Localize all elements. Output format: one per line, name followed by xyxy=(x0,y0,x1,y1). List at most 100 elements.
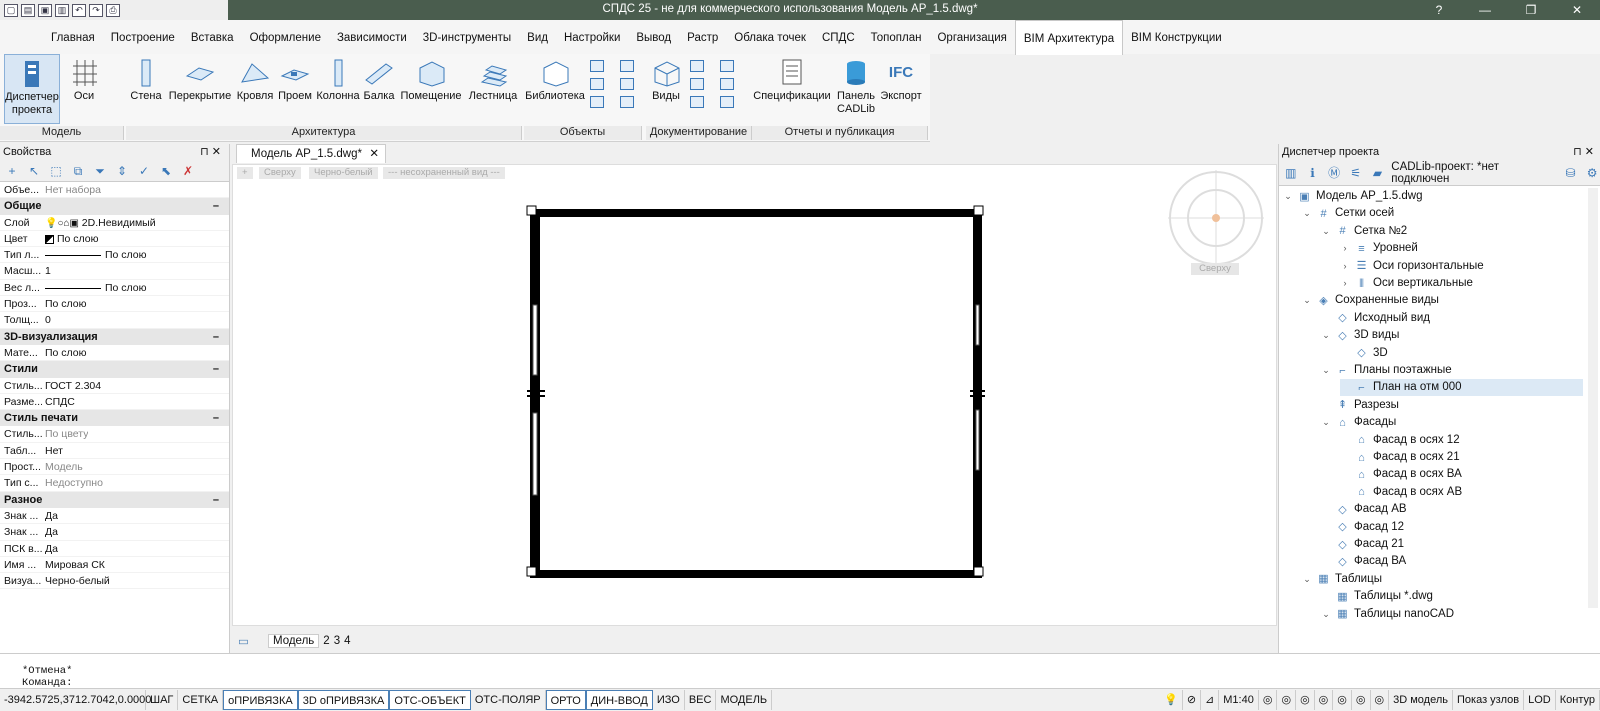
status-toggle-10[interactable]: МОДЕЛЬ xyxy=(716,689,773,710)
tree-toggle-icon[interactable]: ⌄ xyxy=(1321,606,1331,623)
menu-tab-12[interactable]: Топоплан xyxy=(863,20,930,54)
tree-item[interactable]: ⌄ ⌐ Планы поэтажные xyxy=(1321,362,1451,379)
lightbulb-icon[interactable]: 💡 xyxy=(1160,689,1183,710)
prop-value[interactable]: Недоступно xyxy=(42,475,103,490)
arch-button-5[interactable]: Балка xyxy=(362,54,396,124)
pick-add-icon[interactable]: ✓ xyxy=(136,164,152,178)
tree-item[interactable]: ⌄ # Сетка №2 xyxy=(1321,223,1407,240)
no-entry-icon[interactable]: ⊘ xyxy=(1183,689,1202,710)
redo-icon[interactable]: ↷ xyxy=(89,3,103,17)
doc-mini-icon-4[interactable] xyxy=(720,78,734,90)
status-toggle-5[interactable]: ОТС-ПОЛЯР xyxy=(471,689,546,710)
undo-icon[interactable]: ↶ xyxy=(72,3,86,17)
layout-tab-1[interactable]: 2 xyxy=(323,635,329,647)
prop-value[interactable]: Да xyxy=(42,524,58,539)
arch-button-7[interactable]: Лестница xyxy=(466,54,520,124)
status-right-2[interactable]: LOD xyxy=(1524,689,1556,710)
help-button[interactable]: ? xyxy=(1416,3,1462,17)
add-selection-icon[interactable]: + xyxy=(4,164,20,178)
tree-item[interactable]: ◇ Фасад 12 xyxy=(1321,519,1404,536)
minimize-icon[interactable]: — xyxy=(1462,3,1508,17)
report-button-2[interactable]: IFC Экспорт xyxy=(878,54,924,124)
collapse-icon[interactable]: – xyxy=(213,361,219,377)
tree-toggle-icon[interactable]: ⌄ xyxy=(1283,188,1293,205)
project-manager-button[interactable]: Диспетчер проекта xyxy=(4,54,60,124)
close-tab-icon[interactable]: ✕ xyxy=(369,145,379,163)
arch-button-1[interactable]: Перекрытие xyxy=(166,54,234,124)
quick-select-icon[interactable]: ⬚ xyxy=(48,164,64,178)
layout-tab-0[interactable]: Модель xyxy=(268,634,320,648)
tree-item[interactable]: ◇ Исходный вид xyxy=(1321,310,1430,327)
saveas-icon[interactable]: ▥ xyxy=(55,3,69,17)
status-toggle-9[interactable]: ВЕС xyxy=(685,689,717,710)
print-icon[interactable]: ⎙ xyxy=(106,3,120,17)
tree-item[interactable]: ◇ Фасад АВ xyxy=(1321,501,1406,518)
menu-tab-2[interactable]: Вставка xyxy=(183,20,242,54)
tree-item[interactable]: › ⦀ Оси вертикальные xyxy=(1340,275,1473,292)
status-right-1[interactable]: Показ узлов xyxy=(1453,689,1525,710)
prop-value[interactable]: По слою xyxy=(42,247,147,262)
menu-tab-3[interactable]: Оформление xyxy=(242,20,329,54)
orbit-icon[interactable]: ◎ xyxy=(1315,689,1334,710)
tree-toggle-icon[interactable]: ⌄ xyxy=(1321,223,1331,240)
prop-value[interactable]: По слою xyxy=(42,280,147,295)
prop-value[interactable]: ГОСТ 2.304 xyxy=(42,378,101,393)
prop-value[interactable]: 0 xyxy=(42,312,51,327)
menu-tab-1[interactable]: Построение xyxy=(103,20,183,54)
tree-item[interactable]: ◇ Фасад 21 xyxy=(1321,536,1404,553)
info-icon[interactable]: ℹ xyxy=(1305,166,1321,180)
objects-mini-icon-1[interactable] xyxy=(590,78,604,90)
arch-button-3[interactable]: Проем xyxy=(276,54,314,124)
database-icon[interactable]: ⛁ xyxy=(1563,166,1579,180)
objects-mini-icon-0[interactable] xyxy=(590,60,604,72)
pointer-icon[interactable]: ⬉ xyxy=(158,164,174,178)
maximize-icon[interactable]: ❐ xyxy=(1508,3,1554,17)
menu-tab-14[interactable]: BIM Архитектура xyxy=(1014,19,1124,55)
tree-item[interactable]: ⌄ # Сетки осей xyxy=(1302,205,1394,222)
tree-toggle-icon[interactable]: ⌄ xyxy=(1321,327,1331,344)
menu-tab-9[interactable]: Растр xyxy=(679,20,726,54)
grid-view-icon[interactable]: ◎ xyxy=(1352,689,1371,710)
tree-item[interactable]: ⌂ Фасад в осях ВА xyxy=(1340,466,1462,483)
tree-toggle-icon[interactable]: ⌄ xyxy=(1302,571,1312,588)
tree-item[interactable]: ▦ Таблицы *.dwg xyxy=(1321,588,1433,605)
prop-value[interactable]: 1 xyxy=(42,263,51,278)
collapse-icon[interactable]: – xyxy=(213,198,219,214)
new-icon[interactable]: ▢ xyxy=(4,3,18,17)
tree-item[interactable]: ⌂ Фасад в осях 12 xyxy=(1340,432,1459,449)
prop-value[interactable]: По слою xyxy=(42,296,87,311)
menu-tab-13[interactable]: Организация xyxy=(929,20,1014,54)
prop-value[interactable]: Да xyxy=(42,541,58,556)
doc-mini-icon-1[interactable] xyxy=(690,78,704,90)
pan-icon[interactable]: ◎ xyxy=(1259,689,1278,710)
selection-mode-icon[interactable]: ⇕ xyxy=(114,164,130,178)
folder-icon[interactable]: ▰ xyxy=(1370,166,1386,180)
status-toggle-1[interactable]: СЕТКА xyxy=(178,689,224,710)
gear-icon[interactable]: ⚙ xyxy=(1584,166,1600,180)
tree-toggle-icon[interactable]: ⌄ xyxy=(1302,205,1312,222)
structure-icon[interactable]: ▥ xyxy=(1283,166,1299,180)
refresh-icon[interactable]: ◎ xyxy=(1333,689,1352,710)
tree-toggle-icon[interactable]: ⌄ xyxy=(1302,292,1312,309)
menu-tab-0[interactable]: Главная xyxy=(43,20,103,54)
menu-tab-4[interactable]: Зависимости xyxy=(329,20,415,54)
status-toggle-0[interactable]: ШАГ xyxy=(146,689,179,710)
prop-value[interactable]: По слою xyxy=(42,231,99,246)
status-toggle-4[interactable]: ОТС-ОБЪЕКТ xyxy=(389,689,471,710)
menu-tab-10[interactable]: Облака точек xyxy=(726,20,814,54)
tree-toggle-icon[interactable]: › xyxy=(1340,240,1350,257)
prop-group-3[interactable]: Стиль печати – xyxy=(0,410,229,427)
prop-value[interactable]: 💡○⌂▣ 2D.Невидимый xyxy=(42,215,156,230)
deselect-icon[interactable]: ✗ xyxy=(180,164,196,178)
doc-mini-icon-2[interactable] xyxy=(690,96,704,108)
prop-group-4[interactable]: Разное – xyxy=(0,491,229,508)
prop-value[interactable]: Да xyxy=(42,508,58,523)
tree-toggle-icon[interactable]: › xyxy=(1340,275,1350,292)
library-button[interactable]: Библиотека xyxy=(524,54,586,124)
close-icon[interactable]: ✕ xyxy=(1554,3,1600,17)
tree-item[interactable]: ⌄ ◇ 3D виды xyxy=(1321,327,1399,344)
tree-item[interactable]: ⌄ ▦ Таблицы xyxy=(1302,571,1382,588)
menu-tab-7[interactable]: Настройки xyxy=(556,20,628,54)
prop-value[interactable]: Модель xyxy=(42,459,83,474)
tree-item[interactable]: ⌐ План на отм 000 xyxy=(1340,379,1583,397)
